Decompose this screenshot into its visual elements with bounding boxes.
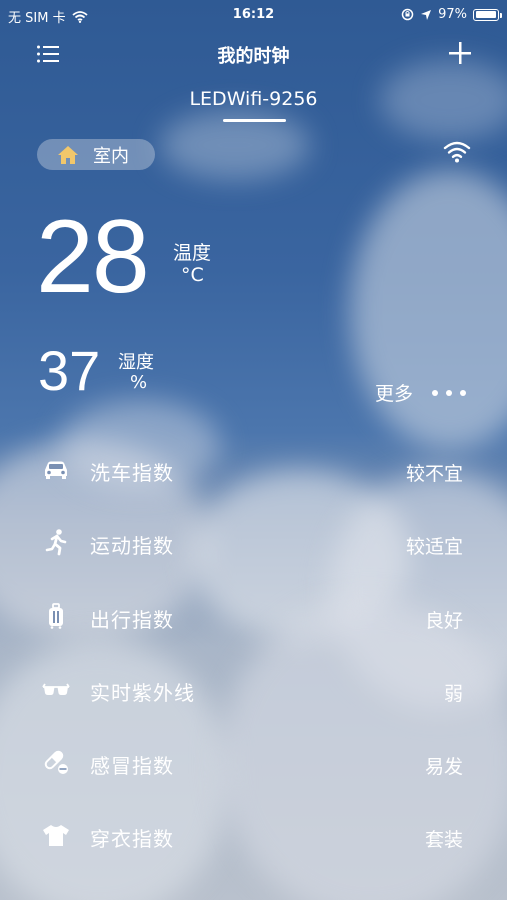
status-bar: 无 SIM 卡 16:12 97%: [0, 0, 507, 30]
battery-icon: [473, 8, 502, 21]
humidity-value: 37: [38, 339, 101, 402]
list-item[interactable]: 洗车指数 较不宜: [0, 433, 507, 506]
index-value: 较适宜: [405, 536, 463, 559]
list-item[interactable]: 运动指数 较适宜: [0, 506, 507, 579]
home-icon: [58, 145, 78, 164]
index-value: 良好: [424, 609, 463, 632]
car-icon: [45, 461, 67, 479]
more-link[interactable]: 更多: [375, 379, 413, 406]
list-item[interactable]: 出行指数 良好: [0, 580, 507, 653]
temperature-label: 温度: [173, 242, 212, 264]
index-name: 出行指数: [90, 607, 174, 632]
device-tab-indicator: [223, 119, 286, 122]
humidity-label: 湿度: [118, 352, 154, 373]
index-name: 运动指数: [90, 534, 174, 559]
index-value: 弱: [443, 682, 463, 705]
room-label: 室内: [93, 145, 129, 167]
index-name: 洗车指数: [90, 461, 174, 485]
index-name: 穿衣指数: [90, 827, 174, 852]
nav-bar: 我的时钟: [0, 30, 507, 76]
index-value: 套装: [424, 829, 463, 852]
page-title: 我的时钟: [217, 46, 290, 67]
luggage-icon: [49, 602, 63, 629]
index-list: 洗车指数 较不宜 运动指数 较适宜 出行指数 良好 实时紫外线 弱 感冒指数 易…: [0, 433, 507, 873]
room-selector[interactable]: 室内: [37, 139, 155, 170]
index-name: 实时紫外线: [90, 680, 195, 705]
pill-icon: [44, 750, 68, 775]
temperature-unit: °C: [181, 264, 204, 286]
temperature-value: 28: [36, 199, 150, 315]
list-item[interactable]: 实时紫外线 弱: [0, 653, 507, 726]
index-value: 易发: [424, 756, 463, 779]
running-icon: [45, 529, 67, 556]
wifi-icon[interactable]: [443, 140, 471, 164]
humidity-unit: %: [130, 372, 148, 393]
add-button[interactable]: [447, 40, 473, 66]
index-name: 感冒指数: [90, 754, 174, 779]
location-arrow-icon: [421, 9, 432, 20]
index-value: 较不宜: [405, 463, 463, 485]
more-dots-icon[interactable]: [432, 390, 466, 396]
battery-percent: 97%: [438, 7, 467, 22]
list-item[interactable]: 穿衣指数 套装: [0, 799, 507, 872]
tshirt-icon: [43, 825, 69, 847]
list-item[interactable]: 感冒指数 易发: [0, 726, 507, 799]
sunglasses-icon: [42, 683, 70, 695]
orientation-lock-icon: [401, 8, 414, 21]
device-tab[interactable]: LEDWifi-9256: [0, 88, 507, 110]
plus-icon: [449, 42, 471, 64]
status-right: 97%: [401, 7, 502, 22]
